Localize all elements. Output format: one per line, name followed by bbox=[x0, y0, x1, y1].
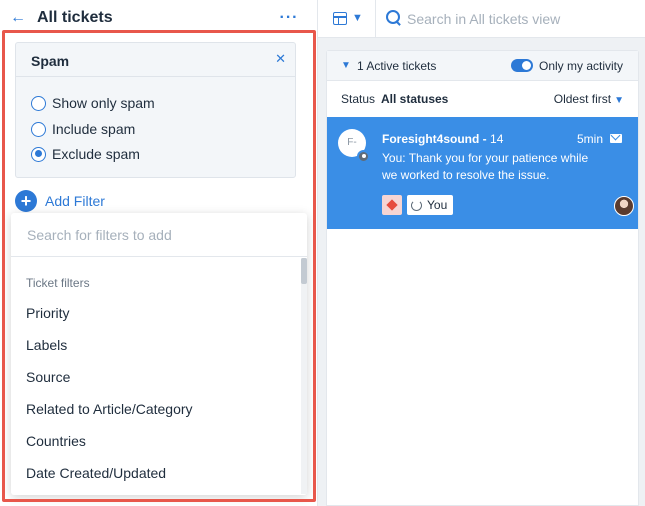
assignee-label: You bbox=[427, 198, 448, 212]
page-title: All tickets bbox=[37, 9, 113, 26]
radio-label: Show only spam bbox=[52, 95, 155, 111]
ellipsis-icon[interactable]: ··· bbox=[278, 9, 300, 27]
chevron-down-icon: ▼ bbox=[352, 12, 363, 24]
only-my-activity-toggle[interactable] bbox=[511, 59, 533, 72]
ticket-search-input[interactable] bbox=[407, 9, 637, 29]
ticket-preview: You: Thank you for your patience while w… bbox=[382, 151, 589, 182]
ticket-id: 14 bbox=[490, 132, 504, 146]
left-panel: ← All tickets ··· Spam ✕ Show only spam … bbox=[0, 0, 318, 506]
dropdown-scrollbar[interactable] bbox=[301, 258, 307, 494]
ticket-time: 5min bbox=[577, 132, 604, 146]
sort-label: Oldest first bbox=[553, 92, 612, 106]
sync-icon bbox=[411, 199, 422, 211]
add-filter-label: Add Filter bbox=[45, 193, 105, 209]
filter-option-source[interactable]: Source bbox=[26, 369, 70, 385]
ticket-list-header: ▼ 1 Active tickets Only my activity bbox=[327, 51, 638, 81]
radio-include-spam[interactable]: Include spam bbox=[31, 119, 135, 139]
chevron-down-icon: ▼ bbox=[614, 95, 624, 106]
arrow-left-icon[interactable]: ← bbox=[10, 9, 26, 27]
dropdown-search bbox=[11, 213, 307, 257]
dropdown-section-label: Ticket filters bbox=[26, 276, 90, 290]
search-icon bbox=[386, 10, 402, 26]
ticket-row[interactable]: F- Foresight4sound - 14 5min You: Thank … bbox=[327, 117, 638, 229]
view-layout-button[interactable]: ▼ bbox=[318, 0, 376, 38]
close-icon[interactable]: ✕ bbox=[275, 52, 286, 66]
radio-button-checked[interactable] bbox=[31, 146, 46, 162]
radio-label: Exclude spam bbox=[52, 146, 140, 162]
left-header: ← All tickets ··· bbox=[0, 0, 318, 36]
status-label: Status bbox=[341, 92, 376, 106]
ticket-requester: Foresight4sound - 14 bbox=[382, 132, 503, 146]
right-panel: ▼ ▼ 1 Active tickets Only my activity St… bbox=[318, 0, 645, 506]
spam-filter-card: Spam ✕ Show only spam Include spam Exclu… bbox=[15, 42, 296, 178]
radio-label: Include spam bbox=[52, 121, 136, 137]
mail-icon bbox=[610, 134, 622, 143]
ticket-list: ▼ 1 Active tickets Only my activity Stat… bbox=[326, 50, 639, 506]
add-filter-button[interactable]: + Add Filter bbox=[15, 190, 105, 212]
plus-circle-icon[interactable]: + bbox=[15, 190, 37, 212]
user-badge-icon bbox=[357, 150, 370, 163]
agent-avatar bbox=[614, 196, 634, 216]
spam-filter-title: Spam bbox=[31, 53, 70, 69]
priority-diamond-icon bbox=[382, 195, 402, 215]
radio-button[interactable] bbox=[31, 121, 46, 137]
filter-option-countries[interactable]: Countries bbox=[26, 433, 86, 449]
add-filter-dropdown: Ticket filters Priority Labels Source Re… bbox=[11, 213, 307, 495]
status-select[interactable]: All statuses bbox=[381, 92, 448, 106]
radio-button[interactable] bbox=[31, 95, 46, 111]
requester-name: Foresight4sound - bbox=[382, 132, 487, 146]
sort-select[interactable]: Oldest first ▼ bbox=[554, 92, 624, 106]
radio-exclude-spam[interactable]: Exclude spam bbox=[31, 144, 140, 164]
status-filter-row: Status All statuses Oldest first ▼ bbox=[327, 82, 638, 116]
filter-search-input[interactable] bbox=[27, 225, 287, 245]
filter-option-related-article[interactable]: Related to Article/Category bbox=[26, 401, 193, 417]
filter-option-priority[interactable]: Priority bbox=[26, 305, 70, 321]
spam-filter-header: Spam ✕ bbox=[16, 43, 295, 77]
scrollbar-thumb[interactable] bbox=[301, 258, 307, 284]
toggle-label: Only my activity bbox=[539, 59, 624, 73]
filter-option-date[interactable]: Date Created/Updated bbox=[26, 465, 166, 481]
filter-option-labels[interactable]: Labels bbox=[26, 337, 67, 353]
chevron-down-icon[interactable]: ▼ bbox=[341, 59, 351, 73]
top-bar: ▼ bbox=[318, 0, 645, 38]
radio-show-only-spam[interactable]: Show only spam bbox=[31, 93, 155, 113]
assignee-chip: You bbox=[407, 195, 454, 215]
layout-icon bbox=[333, 12, 347, 25]
active-tickets-count: 1 Active tickets bbox=[357, 59, 437, 73]
